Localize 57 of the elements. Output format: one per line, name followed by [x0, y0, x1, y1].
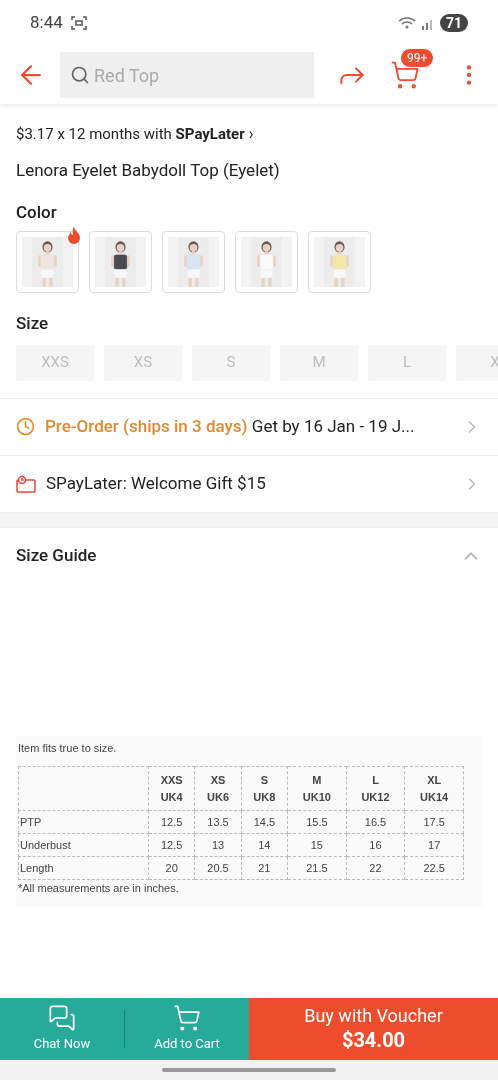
table-header: M UK10	[301, 773, 332, 805]
table-cell: 14.5	[241, 810, 288, 834]
color-option[interactable]	[235, 231, 298, 293]
table-header: L UK12	[360, 773, 391, 805]
chat-icon	[48, 1004, 76, 1033]
color-option[interactable]	[89, 231, 152, 293]
table-cell: Underbust	[18, 833, 149, 857]
table-cell: 20.5	[194, 856, 242, 880]
battery-indicator: 71	[439, 14, 468, 32]
color-option[interactable]	[308, 231, 371, 293]
status-time: 8:44	[30, 11, 63, 35]
clock-icon	[16, 417, 35, 436]
shipping-row[interactable]: Pre-Order (ships in 3 days) Get by 16 Jan - 19 J...	[0, 398, 498, 456]
delivery-text: Pre-Order (ships in 3 days) Get by 16 Jan - 19 J...	[45, 414, 415, 438]
table-cell: 16	[346, 833, 405, 857]
table-cell: 21	[241, 856, 288, 880]
cart-icon[interactable]	[390, 60, 420, 90]
table-cell: 20	[148, 856, 195, 880]
table-header: XXS UK4	[159, 773, 184, 805]
product-title: Lenora Eyelet Babydoll Top (Eyelet)	[15, 159, 281, 182]
buy-button[interactable]: Buy with Voucher $34.00	[249, 998, 498, 1060]
table-cell: 16.5	[346, 810, 405, 834]
search-icon	[70, 65, 90, 85]
table-cell: 15	[287, 833, 347, 857]
screenshot-icon	[70, 16, 87, 30]
table-cell: 14	[241, 833, 288, 857]
chat-now-button[interactable]: Chat Now	[0, 998, 124, 1060]
table-cell: PTP	[18, 810, 149, 834]
installment-text: $3.17 x 12 months with SPayLater	[16, 123, 245, 145]
table-cell: 13	[194, 833, 242, 857]
cart-badge: 99+	[400, 48, 435, 68]
promo-text: SPayLater: Welcome Gift $15	[46, 471, 266, 495]
chart-note: Item fits true to size.	[18, 740, 118, 756]
promo-row[interactable]: SPayLater: Welcome Gift $15	[0, 455, 498, 513]
table-header: XS UK6	[206, 773, 230, 805]
cart-icon	[173, 1004, 201, 1033]
table-cell: 22.5	[404, 856, 464, 880]
section-label: Size	[15, 312, 50, 335]
table-cell: 22	[346, 856, 405, 880]
table-header: XL UK14	[419, 773, 450, 805]
chevron-icon: ›	[248, 122, 254, 146]
table-cell: Length	[18, 856, 149, 880]
table-cell: 13.5	[194, 810, 242, 834]
gift-card-icon	[16, 474, 36, 493]
table-header: S UK8	[252, 773, 277, 805]
table-cell: 12.5	[148, 810, 195, 834]
chart-footnote: *All measurements are in inches.	[18, 881, 180, 896]
search-field[interactable]: Red Top	[60, 52, 314, 98]
add-to-cart-button[interactable]: Add to Cart	[125, 998, 249, 1060]
size-guide-title: Size Guide	[16, 543, 97, 567]
table-cell: 21.5	[287, 856, 347, 880]
table-cell: 17	[404, 833, 464, 857]
table-cell: 17.5	[404, 810, 464, 834]
table-cell: 12.5	[148, 833, 195, 857]
table-cell: 15.5	[287, 810, 347, 834]
color-option[interactable]	[162, 231, 225, 293]
section-label: Color	[15, 200, 58, 224]
